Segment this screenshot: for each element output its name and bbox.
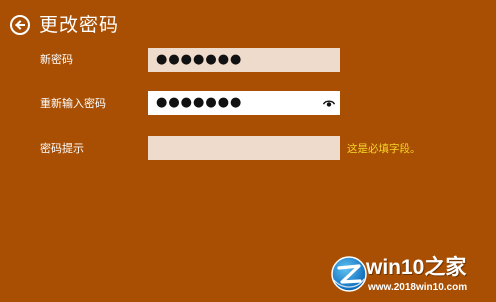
back-button[interactable] [10,15,30,35]
new-password-label: 新密码 [40,53,73,66]
new-password-field[interactable]: ●●●●●●● [148,48,340,72]
site-watermark: win10之家 www.2018win10.com [328,253,494,299]
confirm-password-field[interactable]: ●●●●●●● [148,91,340,115]
show-password-eye-icon[interactable] [323,97,335,109]
new-password-value: ●●●●●●● [156,52,243,67]
watermark-title: win10之家 [366,256,467,279]
page-title: 更改密码 [39,14,120,36]
confirm-password-value: ●●●●●●● [156,95,243,110]
password-hint-field[interactable] [148,136,340,160]
arrow-left-icon [15,20,25,30]
confirm-password-label: 重新输入密码 [40,97,106,110]
required-field-error: 这是必填字段。 [347,143,421,155]
watermark-url: www.2018win10.com [368,282,468,293]
page-header: 更改密码 [10,11,119,39]
password-hint-label: 密码提示 [40,142,84,155]
win10-logo-icon [331,256,367,292]
